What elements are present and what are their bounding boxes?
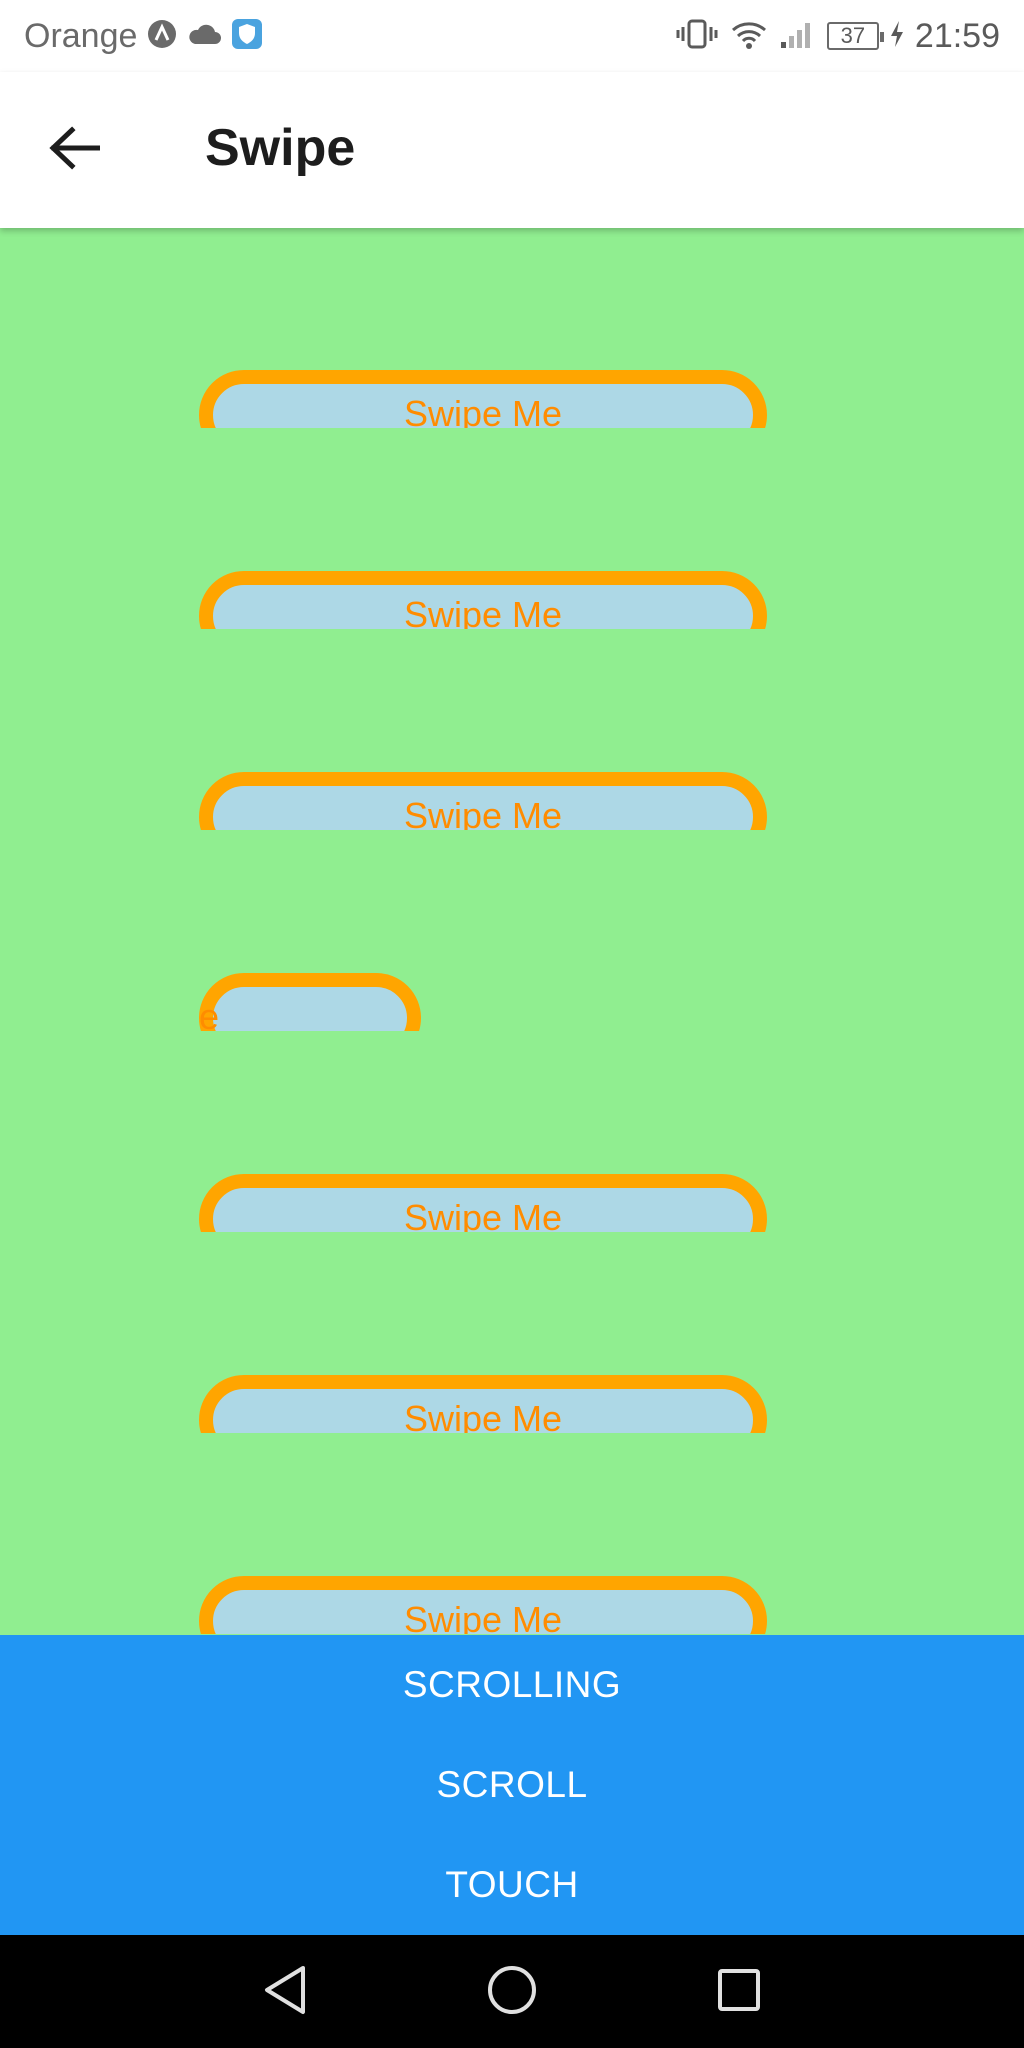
swipe-item[interactable]: Swipe Me xyxy=(199,1375,767,1433)
status-bar-left: Orange xyxy=(24,17,263,56)
shield-icon xyxy=(231,18,263,55)
swipe-item-label: Swipe Me xyxy=(403,594,563,629)
swipe-item-label: Swipe Me xyxy=(403,1398,563,1433)
signal-icon xyxy=(779,18,817,55)
swipe-item-label: Swipe Me xyxy=(403,1197,563,1232)
swipe-item-5-container: Swipe Me xyxy=(199,1174,767,1232)
scroll-button[interactable]: SCROLL xyxy=(0,1735,1024,1835)
status-bar-right: 37 21:59 xyxy=(675,17,1000,56)
system-nav-bar xyxy=(0,1935,1024,2048)
swipe-item-3-container: Swipe Me xyxy=(199,772,767,830)
clock-time: 21:59 xyxy=(914,16,1000,55)
action-buttons: SCROLLING SCROLL TOUCH xyxy=(0,1635,1024,1935)
back-button[interactable] xyxy=(40,116,108,184)
swipe-item[interactable]: Swipe Me xyxy=(199,1576,767,1634)
wifi-icon xyxy=(729,18,769,55)
swipe-item-2-container: Swipe Me xyxy=(199,571,767,629)
screen: Orange 37 21:59 Swipe Swipe Me Swipe Me … xyxy=(0,0,1024,2048)
touch-button[interactable]: TOUCH xyxy=(0,1835,1024,1935)
swipe-item[interactable]: Swipe Me xyxy=(199,1174,767,1232)
swipe-item-4-container: e xyxy=(199,973,421,1031)
swipe-item-swiped[interactable]: e xyxy=(199,973,421,1031)
swipe-item[interactable]: Swipe Me xyxy=(199,571,767,629)
status-bar: Orange 37 21:59 xyxy=(0,0,1024,72)
app-a-icon xyxy=(147,19,177,54)
swipe-item-7-container: Swipe Me xyxy=(199,1576,767,1634)
nav-recents-button[interactable] xyxy=(704,1957,774,2027)
app-bar: Swipe xyxy=(0,72,1024,228)
back-triangle-icon xyxy=(261,1964,309,2021)
swipe-item-label: e xyxy=(199,996,220,1031)
arrow-left-icon xyxy=(48,125,101,175)
recents-square-icon xyxy=(715,1966,763,2019)
charging-icon xyxy=(889,20,905,53)
swipe-item-6-container: Swipe Me xyxy=(199,1375,767,1433)
swipe-item-label: Swipe Me xyxy=(403,795,563,830)
swipe-item[interactable]: Swipe Me xyxy=(199,370,767,428)
battery-icon: 37 xyxy=(826,22,884,50)
swipe-item[interactable]: Swipe Me xyxy=(199,772,767,830)
home-circle-icon xyxy=(486,1964,538,2021)
vibrate-icon xyxy=(675,18,719,55)
swipe-item-1-container: Swipe Me xyxy=(199,370,767,428)
carrier-name: Orange xyxy=(24,16,138,55)
cloud-icon xyxy=(187,22,222,51)
swipe-item-label: Swipe Me xyxy=(403,1599,563,1634)
nav-back-button[interactable] xyxy=(250,1957,320,2027)
page-title: Swipe xyxy=(205,119,356,177)
swipe-item-label: Swipe Me xyxy=(403,393,563,428)
nav-home-button[interactable] xyxy=(477,1957,547,2027)
scrolling-button[interactable]: SCROLLING xyxy=(0,1635,1024,1735)
